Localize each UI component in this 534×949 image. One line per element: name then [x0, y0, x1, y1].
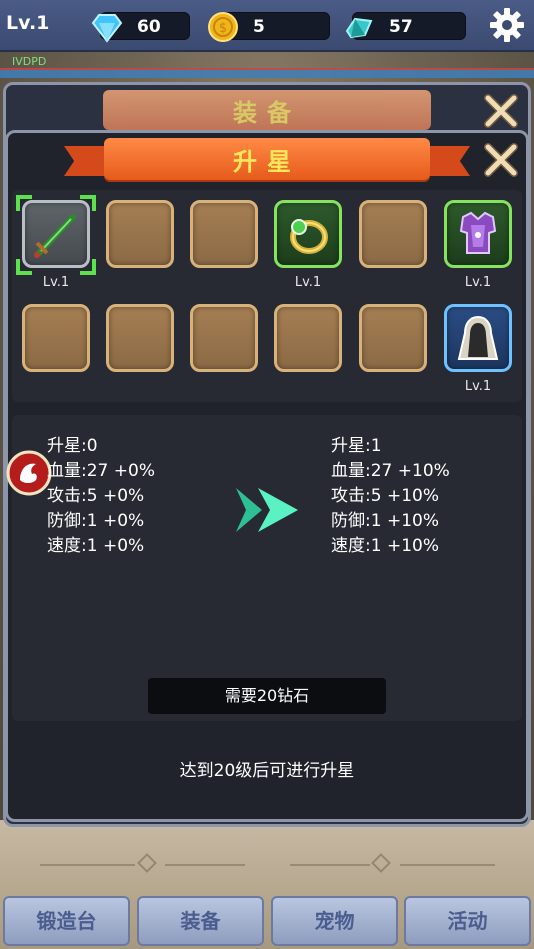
stat-value: 1 [370, 436, 382, 456]
slot-ring[interactable] [274, 200, 342, 268]
stat-label: 防御: [47, 511, 87, 531]
tab-equipment[interactable]: 装备 [137, 896, 264, 946]
stat-value: 1 +0% [86, 511, 145, 531]
stat-label: 血量: [331, 461, 371, 481]
slot-level-label: Lv.1 [42, 275, 70, 290]
stat-label: 攻击: [331, 486, 371, 506]
slot-empty[interactable] [274, 304, 342, 372]
player-name-tag: IVDPD [12, 55, 47, 68]
selection-corner [16, 259, 32, 275]
slot-empty[interactable] [359, 304, 427, 372]
floor-diamond [137, 853, 157, 873]
floor-line [290, 864, 370, 866]
slot-empty[interactable] [190, 200, 258, 268]
selection-corner [80, 259, 96, 275]
next-hp: 血量:27 +10% [331, 456, 450, 481]
equipment-panel-title: 装备 [103, 90, 431, 130]
floor-line [400, 864, 495, 866]
stat-value: 27 +10% [370, 461, 450, 481]
stat-label: 防御: [331, 511, 371, 531]
coin-count: 5 [253, 17, 265, 37]
slot-cloak[interactable] [444, 304, 512, 372]
stat-label: 血量: [47, 461, 87, 481]
current-defense: 防御:1 +0% [47, 506, 144, 531]
upgrade-arrow-icon [236, 488, 298, 532]
stat-label: 攻击: [47, 486, 87, 506]
stat-value: 0 [86, 436, 98, 456]
floor-diamond [371, 853, 391, 873]
slot-empty[interactable] [190, 304, 258, 372]
close-star-up-icon[interactable] [482, 141, 520, 179]
slot-empty[interactable] [359, 200, 427, 268]
sword-icon [34, 214, 76, 258]
star-up-requirement-hint: 达到20级后可进行升星 [179, 761, 355, 781]
stat-label: 升星: [47, 436, 87, 456]
selection-corner [80, 195, 96, 211]
stat-value: 1 +10% [370, 536, 439, 556]
slot-empty[interactable] [106, 304, 174, 372]
stat-value: 1 +0% [86, 536, 145, 556]
coin-counter: $ 5 [208, 12, 330, 42]
coin-icon: $ [208, 12, 238, 42]
player-level: Lv.1 [6, 12, 50, 34]
slot-level-label: Lv.1 [464, 275, 492, 290]
floor-line [165, 864, 245, 866]
selection-corner [16, 195, 32, 211]
floor-line [40, 864, 135, 866]
slot-empty[interactable] [106, 200, 174, 268]
cloak-icon [457, 315, 499, 360]
crystal-icon [345, 17, 373, 39]
top-bar: Lv.1 60 $ 5 57 [0, 0, 534, 52]
armor-icon [459, 211, 497, 254]
current-speed: 速度:1 +0% [47, 531, 144, 556]
next-attack: 攻击:5 +10% [331, 481, 439, 506]
gem-count: 57 [389, 17, 413, 37]
stat-label: 速度: [331, 536, 371, 556]
diamond-count: 60 [137, 17, 161, 37]
current-attack: 攻击:5 +0% [47, 481, 144, 506]
current-hp: 血量:27 +0% [47, 456, 155, 481]
ring-icon [290, 219, 328, 254]
slot-empty[interactable] [22, 304, 90, 372]
star-up-cost-button[interactable]: 需要20钻石 [148, 678, 386, 714]
slot-level-label: Lv.1 [464, 379, 492, 394]
stat-label: 升星: [331, 436, 371, 456]
tab-forge[interactable]: 锻造台 [3, 896, 130, 946]
star-up-panel-title: 升星 [104, 138, 430, 180]
diamond-icon [91, 14, 123, 43]
player-health-bar [0, 68, 534, 78]
stat-value: 27 +0% [86, 461, 155, 481]
next-defense: 防御:1 +10% [331, 506, 439, 531]
slot-armor[interactable] [444, 200, 512, 268]
tab-pets[interactable]: 宠物 [271, 896, 398, 946]
diamond-counter: 60 [91, 12, 190, 43]
current-star: 升星:0 [47, 431, 98, 456]
stat-value: 1 +10% [370, 511, 439, 531]
stat-value: 5 +0% [86, 486, 145, 506]
stat-value: 5 +10% [370, 486, 439, 506]
slot-level-label: Lv.1 [294, 275, 322, 290]
close-equipment-icon[interactable] [482, 92, 520, 130]
next-speed: 速度:1 +10% [331, 531, 439, 556]
guild-emblem-icon[interactable] [6, 450, 52, 496]
stat-label: 速度: [47, 536, 87, 556]
gem-counter: 57 [345, 12, 466, 40]
next-star: 升星:1 [331, 431, 382, 456]
svg-text:$: $ [219, 21, 227, 36]
tab-events[interactable]: 活动 [404, 896, 531, 946]
settings-gear-icon[interactable] [488, 6, 526, 44]
